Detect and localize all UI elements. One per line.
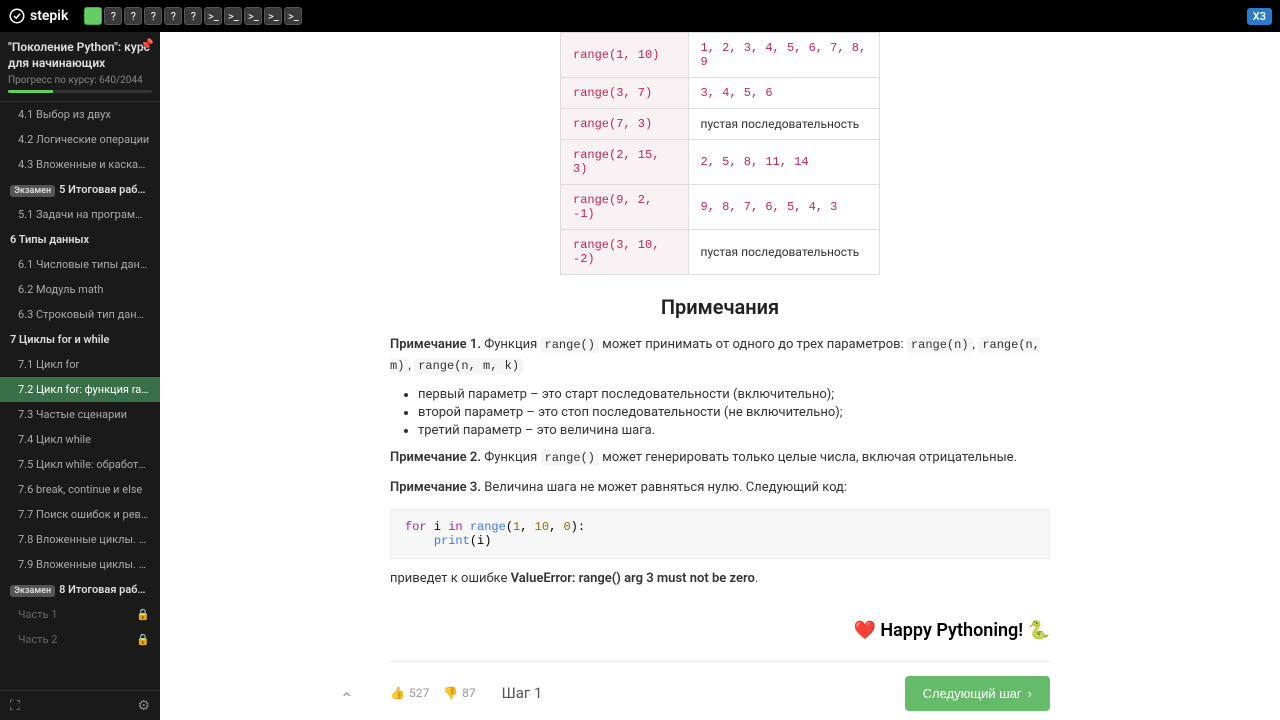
- lock-icon: 🔒: [136, 633, 150, 646]
- lock-icon: 🔒: [136, 608, 150, 621]
- note-3: Примечание 3. Величина шага не может рав…: [390, 478, 1050, 499]
- params-list: первый параметр – это старт последовател…: [418, 387, 1050, 438]
- collapse-caret[interactable]: ⌃: [340, 689, 353, 708]
- nav-item[interactable]: 6.1 Числовые типы данны...: [0, 252, 160, 277]
- step-pill[interactable]: ?: [144, 7, 162, 25]
- nav-item[interactable]: 7.6 break, continue и else: [0, 477, 160, 502]
- nav-item[interactable]: 7.1 Цикл for: [0, 352, 160, 377]
- step-pill[interactable]: ?: [184, 7, 202, 25]
- nav-item[interactable]: 4.3 Вложенные и каскадн...: [0, 152, 160, 177]
- nav-item[interactable]: 6.2 Модуль math: [0, 277, 160, 302]
- step-pill[interactable]: >_: [264, 7, 282, 25]
- step-pill[interactable]: ?: [124, 7, 142, 25]
- notes-heading: Примечания: [390, 295, 1050, 319]
- nav-item[interactable]: 7.5 Цикл while: обработка ...: [0, 452, 160, 477]
- step-pill[interactable]: >_: [204, 7, 222, 25]
- nav-item-locked: Часть 2🔒: [0, 627, 160, 652]
- nav-item-locked: Часть 1🔒: [0, 602, 160, 627]
- nav-section[interactable]: Экзамен8 Итоговая работа...: [0, 577, 160, 602]
- like-button[interactable]: 👍 527: [390, 686, 429, 700]
- nav-item-active[interactable]: 7.2 Цикл for: функция range: [0, 377, 160, 402]
- step-pill[interactable]: >_: [244, 7, 262, 25]
- nav-section[interactable]: 6 Типы данных: [0, 227, 160, 252]
- progress-bar: [8, 90, 152, 93]
- note-1: Примечание 1. Функция range() может прин…: [390, 335, 1050, 377]
- code-block: for i in range(1, 10, 0): print(i): [390, 509, 1050, 559]
- step-navigator: ? ? ? ? ? >_ >_ >_ >_ >_: [84, 7, 302, 25]
- pin-icon[interactable]: 📌: [140, 38, 154, 51]
- nav-item[interactable]: 6.3 Строковый тип данных: [0, 302, 160, 327]
- nav-item[interactable]: 7.7 Поиск ошибок и ревью...: [0, 502, 160, 527]
- step-pill[interactable]: ?: [164, 7, 182, 25]
- note-2: Примечание 2. Функция range() может гене…: [390, 448, 1050, 469]
- nav-section[interactable]: 7 Циклы for и while: [0, 327, 160, 352]
- dislike-button[interactable]: 👎 87: [443, 686, 475, 700]
- happy-pythoning: ❤️ Happy Pythoning! 🐍: [390, 620, 1050, 641]
- nav-item[interactable]: 7.8 Вложенные циклы. Ча...: [0, 527, 160, 552]
- nav-section[interactable]: Экзамен5 Итоговая работа...: [0, 177, 160, 202]
- nav-item[interactable]: 7.4 Цикл while: [0, 427, 160, 452]
- step-pill[interactable]: >_: [224, 7, 242, 25]
- nav-item[interactable]: 4.1 Выбор из двух: [0, 102, 160, 127]
- streak-badge[interactable]: X3: [1247, 8, 1272, 25]
- fullscreen-icon[interactable]: ⛶: [10, 698, 20, 714]
- nav-item[interactable]: 5.1 Задачи на программир...: [0, 202, 160, 227]
- nav-item[interactable]: 7.9 Вложенные циклы. Ча...: [0, 552, 160, 577]
- course-title: "Поколение Python": курс для начинающих: [8, 40, 152, 71]
- nav-item[interactable]: 4.2 Логические операции: [0, 127, 160, 152]
- nav-item[interactable]: 7.3 Частые сценарии: [0, 402, 160, 427]
- brand-logo[interactable]: stepik: [8, 7, 68, 25]
- progress-text: Прогресс по курсу: 640/2044: [8, 75, 152, 86]
- step-pill[interactable]: >_: [284, 7, 302, 25]
- step-pill-done[interactable]: [84, 7, 102, 25]
- sidebar: 📌 "Поколение Python": курс для начинающи…: [0, 32, 160, 720]
- step-pill[interactable]: ?: [104, 7, 122, 25]
- step-label: Шаг 1: [502, 684, 543, 702]
- range-examples-table: range(1, 10)1, 2, 3, 4, 5, 6, 7, 8, 9ran…: [560, 32, 880, 275]
- settings-icon[interactable]: ⚙: [137, 698, 150, 714]
- error-note: приведет к ошибке ValueError: range() ar…: [390, 569, 1050, 590]
- next-step-button[interactable]: Следующий шаг ›: [905, 676, 1050, 711]
